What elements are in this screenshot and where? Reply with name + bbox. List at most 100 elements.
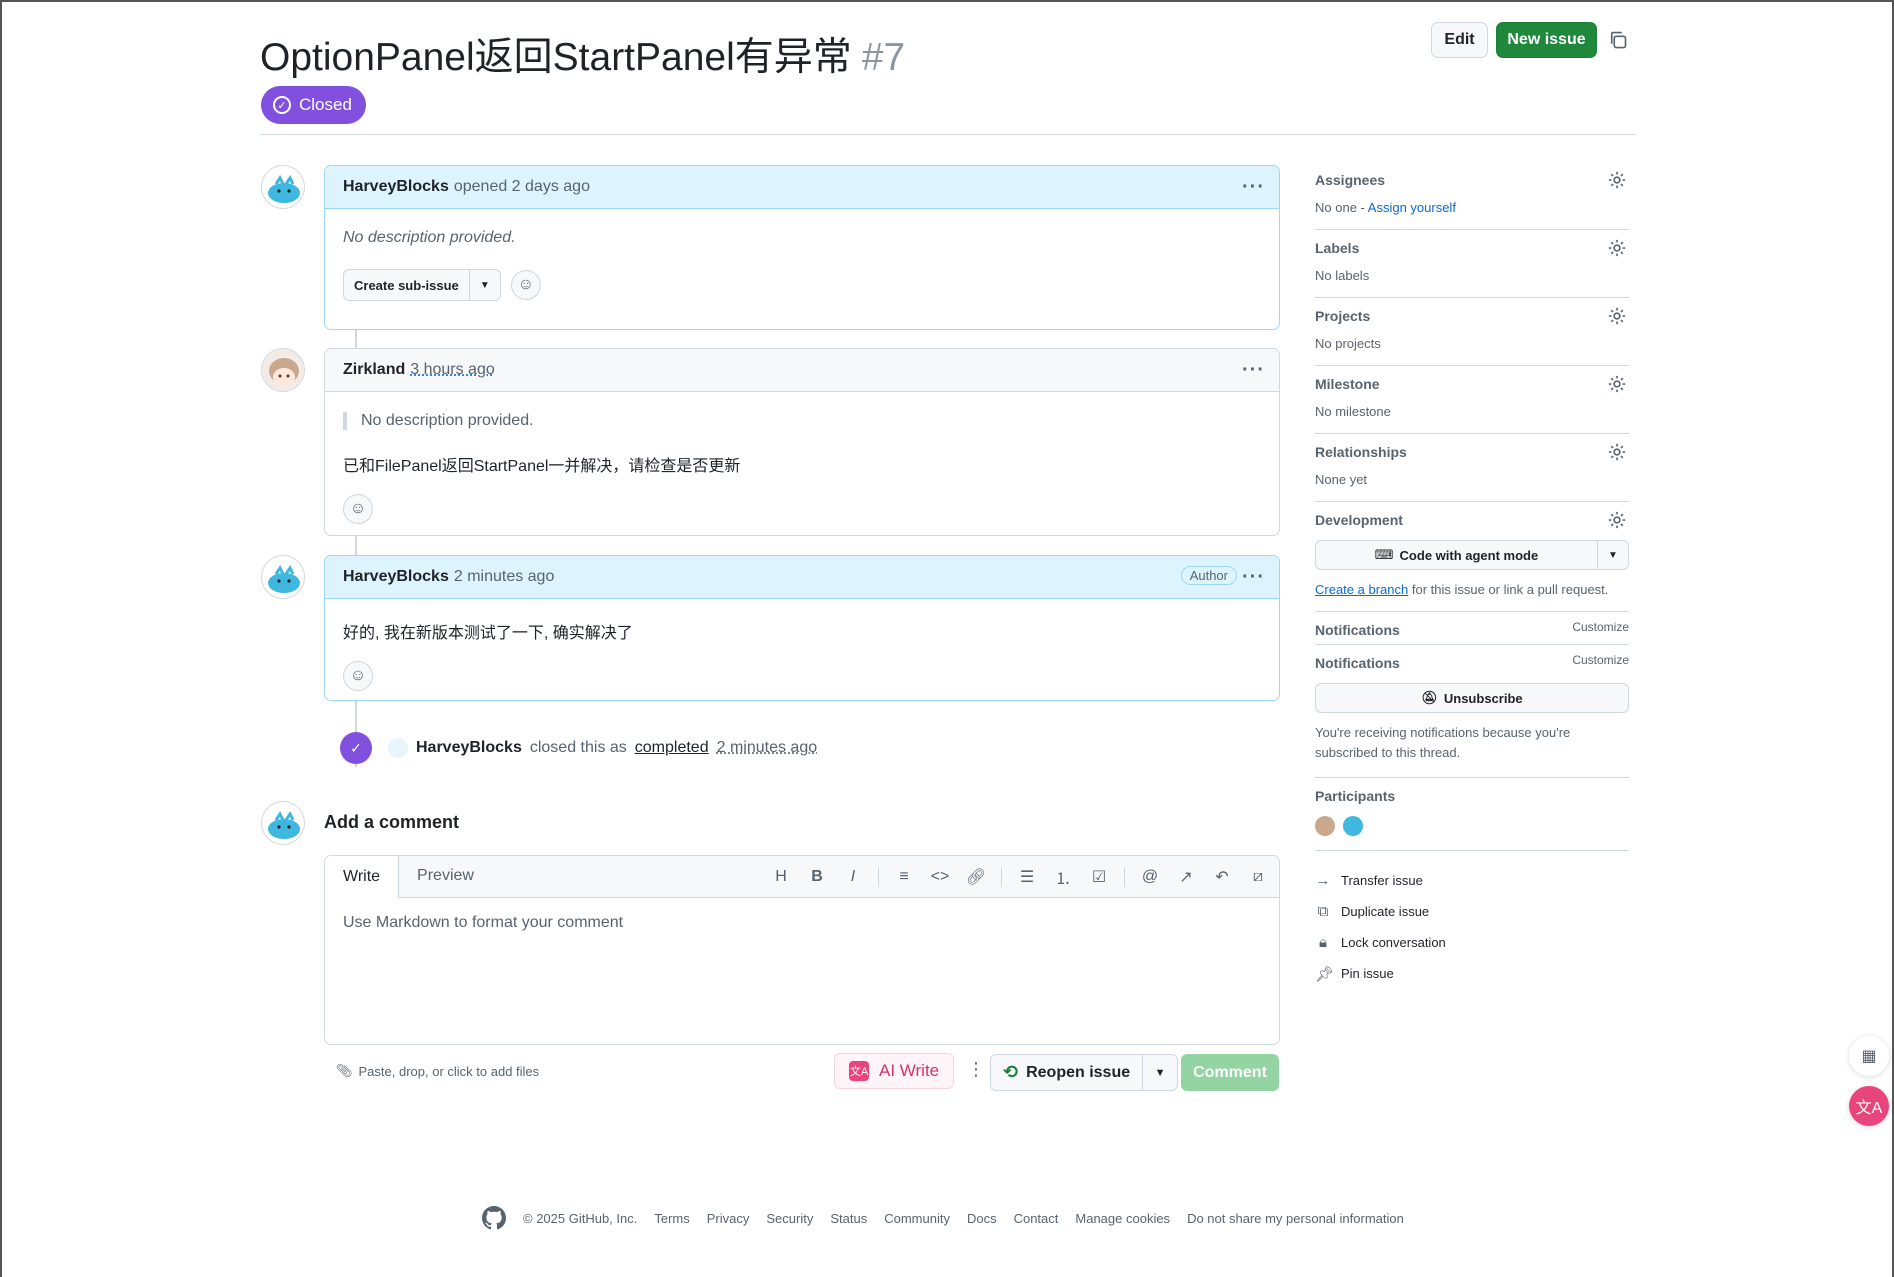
event-time[interactable]: 2 minutes ago [717, 739, 818, 757]
check-circle-icon: ✓ [273, 96, 291, 114]
reopen-issue-main[interactable]: ⟲ Reopen issue [991, 1055, 1144, 1090]
customize-link[interactable]: Customize [1572, 620, 1629, 634]
chevron-down-icon[interactable]: ▼ [470, 270, 500, 300]
lock-conversation-action[interactable]: 🔒︎ Lock conversation [1315, 927, 1629, 958]
ordered-list-icon[interactable]: ⒈ [1052, 866, 1074, 888]
unsubscribe-button[interactable]: 🔕︎ Unsubscribe [1315, 683, 1629, 713]
github-logo-icon[interactable] [482, 1206, 506, 1230]
reply-icon[interactable]: ↶ [1211, 866, 1233, 888]
gear-icon[interactable] [1607, 306, 1627, 326]
cross-reference-icon[interactable]: ↗ [1175, 866, 1197, 888]
avatar-zirkland[interactable] [261, 348, 305, 392]
comment-author[interactable]: HarveyBlocks [343, 178, 449, 196]
smiley-icon[interactable]: ☺ [343, 661, 373, 691]
code-icon[interactable]: <> [929, 866, 951, 888]
footer-link-privacy[interactable]: Privacy [707, 1211, 750, 1226]
code-with-agent-main[interactable]: ⌨ Code with agent mode [1316, 541, 1598, 569]
tab-write[interactable]: Write [325, 856, 400, 898]
avatar-image [262, 349, 304, 391]
smiley-icon[interactable]: ☺ [343, 494, 373, 524]
bold-icon[interactable]: B [806, 866, 828, 888]
assign-yourself-link[interactable]: Assign yourself [1368, 200, 1456, 215]
comment-author[interactable]: HarveyBlocks [343, 568, 449, 586]
code-with-agent-button[interactable]: ⌨ Code with agent mode ▼ [1315, 540, 1629, 570]
more-options-icon[interactable]: ··· [1242, 566, 1265, 589]
sub-issue-group: Create sub-issue ▼ ☺ [343, 269, 1261, 301]
comment-header: HarveyBlocks 2 minutes ago Author ··· [325, 556, 1279, 599]
gear-icon[interactable] [1607, 510, 1627, 530]
avatar-image [268, 565, 300, 593]
customize-link[interactable]: Customize [1572, 653, 1629, 667]
slash-command-icon[interactable]: ⧄ [1247, 866, 1269, 888]
avatar-harveyblocks[interactable] [261, 165, 305, 209]
footer-link-terms[interactable]: Terms [654, 1211, 689, 1226]
create-branch-link[interactable]: Create a branch [1315, 582, 1408, 597]
footer-link-docs[interactable]: Docs [967, 1211, 997, 1226]
comment-body: 好的, 我在新版本测试了一下, 确实解决了 ☺ [325, 599, 1279, 711]
comment-meta[interactable]: 3 hours ago [410, 361, 495, 379]
task-list-icon[interactable]: ☑ [1088, 866, 1110, 888]
italic-icon[interactable]: I [842, 866, 864, 888]
gear-icon[interactable] [1607, 170, 1627, 190]
footer-link-community[interactable]: Community [884, 1211, 950, 1226]
development-note-text: for this issue or link a pull request. [1411, 582, 1609, 597]
create-sub-issue-button[interactable]: Create sub-issue ▼ [343, 269, 501, 301]
participant-avatar[interactable] [1343, 816, 1363, 836]
event-reason[interactable]: completed [635, 739, 709, 757]
pin-issue-action[interactable]: 📌︎ Pin issue [1315, 958, 1629, 989]
lock-icon: 🔒︎ [1319, 934, 1327, 951]
participant-avatar[interactable] [1315, 816, 1335, 836]
edit-button[interactable]: Edit [1431, 22, 1488, 58]
create-sub-issue-label[interactable]: Create sub-issue [344, 270, 470, 300]
event-avatar[interactable] [388, 738, 408, 758]
chevron-down-icon[interactable]: ▼ [1598, 541, 1628, 569]
arrow-right-icon: → [1315, 872, 1331, 889]
footer-link-status[interactable]: Status [830, 1211, 867, 1226]
translate-icon[interactable]: 文A [1849, 1086, 1889, 1126]
unsubscribe-label: Unsubscribe [1443, 690, 1523, 706]
comment-button[interactable]: Comment [1181, 1054, 1279, 1091]
issue-actions: → Transfer issue ⧉ Duplicate issue 🔒︎ Lock … [1315, 851, 1629, 989]
more-options-icon[interactable]: ··· [1242, 359, 1265, 382]
gear-icon[interactable] [1607, 442, 1627, 462]
mention-icon[interactable]: @ [1139, 866, 1161, 888]
avatar-harveyblocks[interactable] [261, 555, 305, 599]
smiley-icon[interactable]: ☺ [510, 270, 541, 300]
footer-link-contact[interactable]: Contact [1014, 1211, 1059, 1226]
heading-icon[interactable]: H [770, 866, 792, 888]
new-issue-button[interactable]: New issue [1496, 22, 1597, 58]
footer-link-security[interactable]: Security [766, 1211, 813, 1226]
qr-code-icon[interactable]: ▦ [1849, 1036, 1889, 1076]
copy-icon[interactable] [1608, 30, 1628, 50]
unordered-list-icon[interactable]: ☰ [1016, 866, 1038, 888]
sidebar-title: Assignees [1315, 172, 1386, 188]
quote-icon[interactable]: ≡ [893, 866, 915, 888]
header-divider [260, 134, 1636, 135]
transfer-issue-action[interactable]: → Transfer issue [1315, 865, 1629, 896]
comment-textarea[interactable]: Use Markdown to format your comment [325, 898, 1279, 948]
avatar-image [268, 175, 300, 203]
status-badge-label: Closed [299, 95, 352, 114]
duplicate-issue-action[interactable]: ⧉ Duplicate issue [1315, 896, 1629, 927]
comment-body: No description provided. Create sub-issu… [325, 209, 1279, 321]
add-comment-title: Add a comment [324, 812, 460, 832]
copilot-icon: ⌨ [1374, 547, 1394, 562]
reopen-issue-button[interactable]: ⟲ Reopen issue ▼ [990, 1054, 1179, 1091]
more-options-icon[interactable]: ··· [1242, 176, 1265, 199]
tab-preview[interactable]: Preview [399, 856, 492, 897]
chevron-down-icon[interactable]: ▼ [1143, 1055, 1177, 1090]
comment-text: No description provided. [343, 229, 516, 246]
close-event: ✓ HarveyBlocks closed this as completed … [340, 732, 817, 764]
author-badge: Author [1180, 566, 1237, 585]
link-icon[interactable]: 🔗︎ [965, 866, 987, 888]
paste-hint[interactable]: 📎︎ Paste, drop, or click to add files [336, 1063, 539, 1079]
comment-author[interactable]: Zirkland [343, 361, 405, 379]
footer-link-manage-cookies[interactable]: Manage cookies [1075, 1211, 1170, 1226]
vertical-more-icon[interactable]: ⋮ [967, 1059, 985, 1080]
footer-link-do-not-share[interactable]: Do not share my personal information [1187, 1211, 1404, 1226]
gear-icon[interactable] [1607, 374, 1627, 394]
gear-icon[interactable] [1607, 238, 1627, 258]
sidebar-milestone: Milestone No milestone [1315, 366, 1629, 434]
ai-write-button[interactable]: 文A AI Write [834, 1053, 955, 1089]
event-actor[interactable]: HarveyBlocks [416, 739, 522, 757]
